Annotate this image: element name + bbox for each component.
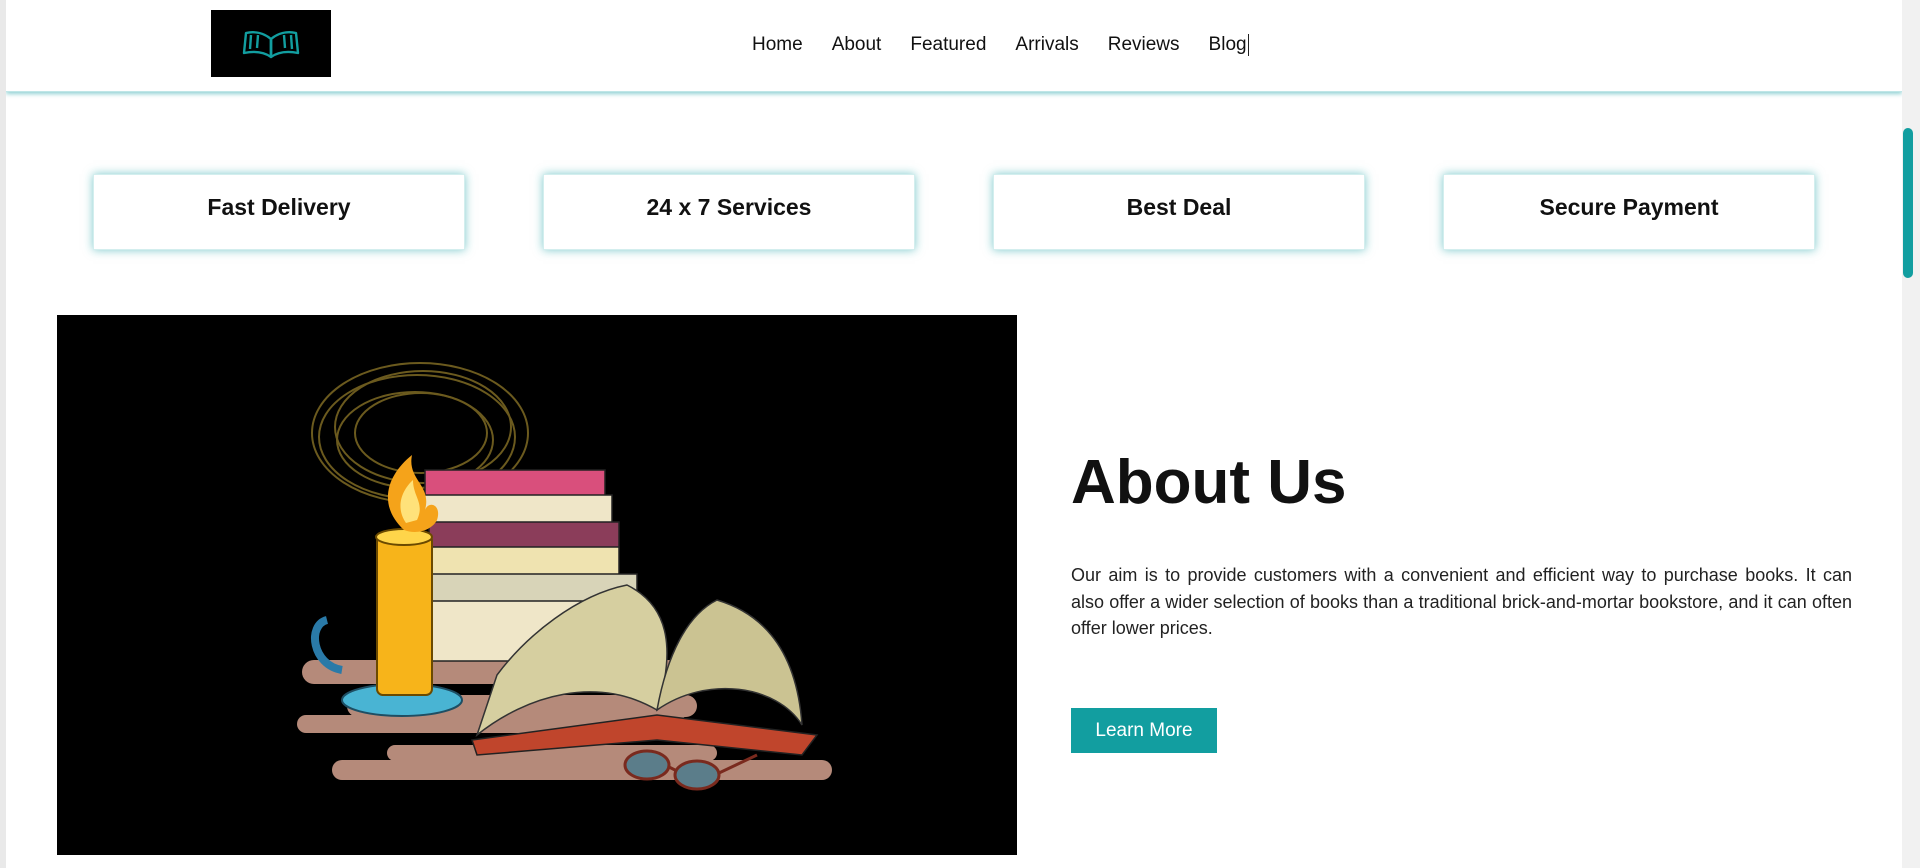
nav-home[interactable]: Home [752,34,803,56]
feature-card-secure-payment: Secure Payment [1443,174,1815,250]
nav-featured[interactable]: Featured [910,34,986,56]
feature-label: 24 x 7 Services [646,194,812,220]
about-text: Our aim is to provide customers with a c… [1071,565,1852,638]
feature-label: Best Deal [1126,194,1232,220]
feature-card-services: 24 x 7 Services [543,174,915,250]
nav-blog[interactable]: Blog [1209,34,1249,56]
main-nav: Home About Featured Arrivals Reviews Blo… [752,34,1249,56]
feature-label: Fast Delivery [207,194,351,220]
feature-label: Secure Payment [1539,194,1719,220]
nav-about[interactable]: About [832,34,882,56]
nav-arrivals[interactable]: Arrivals [1015,34,1078,56]
feature-card-best-deal: Best Deal [993,174,1365,250]
site-logo[interactable] [211,10,331,77]
page: Home About Featured Arrivals Reviews Blo… [6,0,1902,868]
learn-more-button[interactable]: Learn More [1071,708,1217,753]
nav-reviews[interactable]: Reviews [1108,34,1180,56]
open-book-icon [242,30,300,58]
books-candle-illustration [297,362,832,791]
about-title: About Us [1071,448,1347,517]
site-header: Home About Featured Arrivals Reviews Blo… [6,0,1902,92]
about-illustration [57,315,1017,855]
feature-card-fast-delivery: Fast Delivery [93,174,465,250]
scrollbar-thumb[interactable] [1903,128,1913,278]
